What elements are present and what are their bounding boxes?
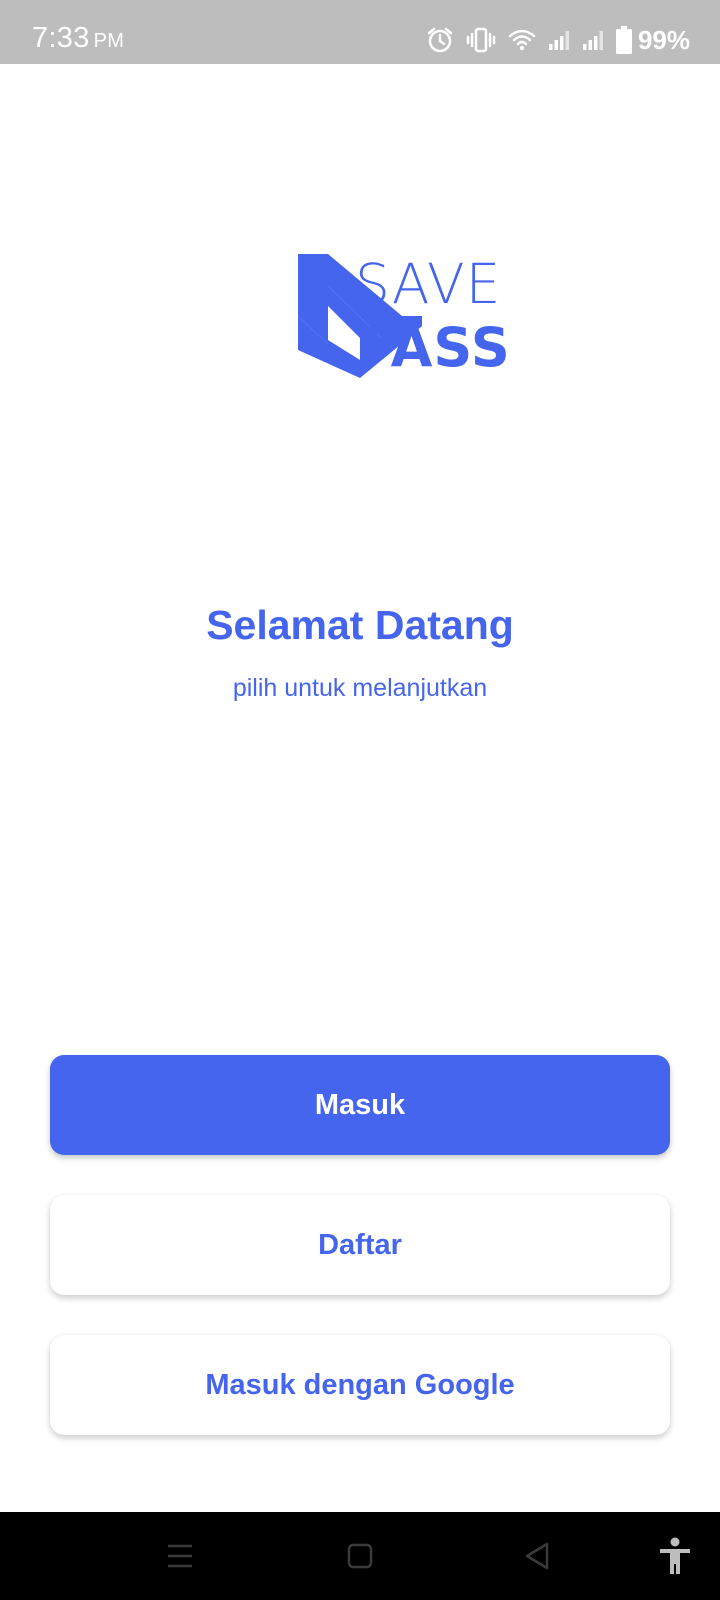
recent-apps-button[interactable] [155,1512,205,1600]
welcome-title: Selamat Datang [206,602,514,648]
home-icon [347,1543,373,1569]
accessibility-icon [660,1537,690,1574]
google-login-button[interactable]: Masuk dengan Google [50,1335,670,1435]
status-icons: 99% [426,24,690,56]
signal-icon [548,31,569,50]
home-button[interactable] [335,1512,385,1600]
alarm-icon [427,27,453,53]
login-button-label: Masuk [314,1088,406,1121]
battery-icon [615,26,632,54]
logo-word-pass: PASS [355,316,511,379]
menu-icon [168,1544,192,1568]
accessibility-button[interactable] [650,1512,700,1600]
status-time-value: 7:33 [32,22,90,54]
back-button[interactable] [512,1512,562,1600]
google-login-button-label: Masuk dengan Google [205,1368,515,1401]
register-button[interactable]: Daftar [50,1195,670,1295]
logo-word-save: SAVE [355,252,502,316]
back-icon [525,1542,549,1570]
status-bar: 7:33 PM 99% [0,0,720,64]
signal-icon [582,31,603,50]
wifi-icon [508,29,536,51]
navigation-bar [0,1512,720,1600]
login-button[interactable]: Masuk [50,1055,670,1155]
status-time-ampm: PM [93,30,125,52]
vibrate-icon [466,27,496,53]
register-button-label: Daftar [318,1228,402,1261]
welcome-subtitle: pilih untuk melanjutkan [232,674,488,702]
status-time: 7:33 PM [32,22,124,55]
battery-percent: 99% [637,24,690,55]
